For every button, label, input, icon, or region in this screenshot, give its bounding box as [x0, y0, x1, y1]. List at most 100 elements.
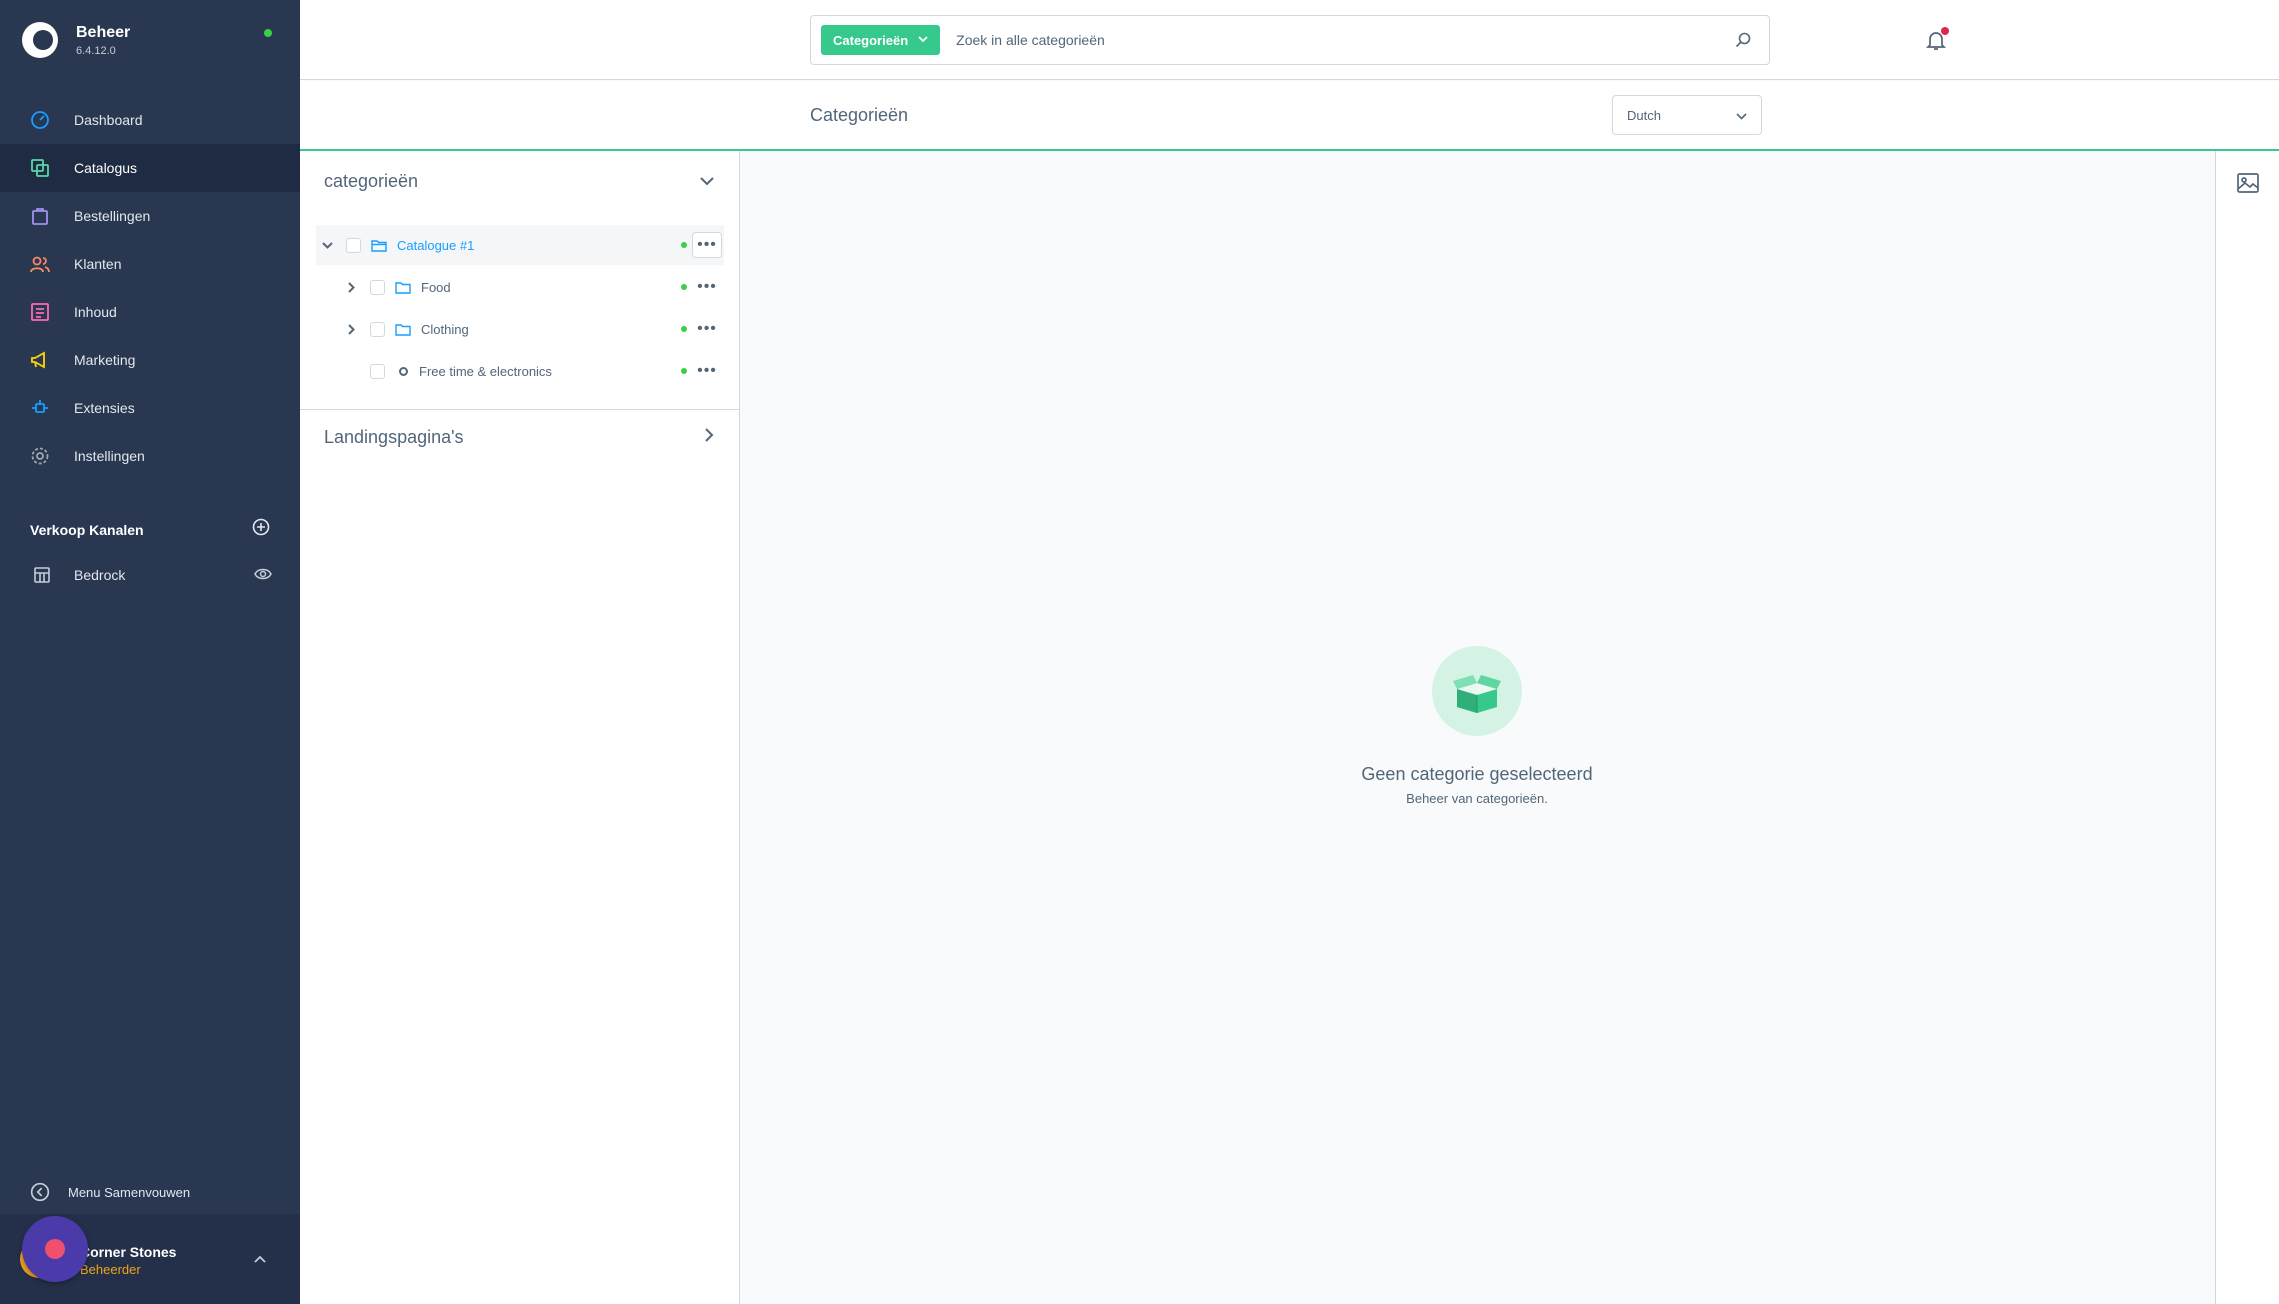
status-online-dot	[264, 29, 272, 37]
chevron-down-icon[interactable]	[316, 241, 338, 249]
extensions-icon	[28, 396, 52, 420]
folder-open-icon	[369, 239, 389, 252]
nav-label: Extensies	[74, 400, 135, 416]
active-status-dot	[681, 242, 687, 248]
sidebar: Beheer 6.4.12.0 Dashboard Catalogus Best…	[0, 0, 300, 1304]
record-button[interactable]	[22, 1216, 88, 1282]
notification-badge	[1941, 27, 1949, 35]
context-menu-button[interactable]: •••	[692, 274, 722, 300]
active-status-dot	[681, 326, 687, 332]
language-switch[interactable]: Dutch	[1612, 95, 1762, 135]
brand[interactable]: Beheer 6.4.12.0	[22, 22, 130, 58]
user-name: Corner Stones	[80, 1244, 177, 1260]
chevron-right-icon[interactable]	[340, 323, 362, 335]
marketing-icon	[28, 348, 52, 372]
brand-version: 6.4.12.0	[76, 44, 116, 57]
top-bar: Categorieën	[300, 0, 2279, 80]
categories-card-header[interactable]: categorieën	[324, 171, 714, 192]
folder-icon	[393, 323, 413, 336]
collapse-icon	[30, 1180, 50, 1204]
categories-title: categorieën	[324, 171, 419, 191]
sales-channel-label: Bedrock	[74, 567, 126, 583]
add-sales-channel-icon[interactable]	[252, 518, 270, 541]
search-input[interactable]	[956, 32, 1725, 48]
context-menu-button[interactable]: •••	[692, 316, 722, 342]
record-icon	[45, 1239, 65, 1259]
media-image-icon[interactable]	[2236, 171, 2260, 195]
active-status-dot	[681, 368, 687, 374]
tree-item-label[interactable]: Free time & electronics	[419, 364, 552, 379]
tree-item-checkbox[interactable]	[346, 237, 361, 253]
nav-label: Catalogus	[74, 160, 138, 176]
sales-channels-title: Verkoop Kanalen	[30, 521, 144, 538]
nav-item-extensies[interactable]: Extensies	[0, 384, 300, 432]
search-type-selector[interactable]: Categorieën	[821, 25, 941, 55]
context-menu-button[interactable]: •••	[692, 358, 722, 384]
context-menu-button[interactable]: •••	[692, 232, 722, 258]
tree-item-checkbox[interactable]	[370, 321, 385, 337]
settings-icon	[28, 444, 52, 468]
nav-item-marketing[interactable]: Marketing	[0, 336, 300, 384]
main-navigation: Dashboard Catalogus Bestellingen Klanten…	[0, 96, 300, 480]
chevron-up-icon[interactable]	[254, 1250, 266, 1266]
nav-label: Inhoud	[74, 304, 117, 320]
sales-channels-header: Verkoop Kanalen	[30, 518, 270, 541]
brand-title: Beheer	[76, 23, 131, 41]
nav-label: Dashboard	[74, 112, 143, 128]
chevron-right-icon[interactable]	[340, 281, 362, 293]
nav-item-catalogus[interactable]: Catalogus	[0, 144, 300, 192]
eye-icon[interactable]	[254, 567, 272, 584]
tree-item-label[interactable]: Food	[421, 280, 451, 295]
dashboard-icon	[28, 108, 52, 132]
collapse-label: Menu Samenvouwen	[68, 1184, 191, 1200]
global-search: Categorieën	[810, 15, 1770, 65]
page-header: Categorieën Dutch	[300, 81, 2279, 151]
content-icon	[28, 300, 52, 324]
category-tree-panel: categorieën Catalogue #1 ••• Food ••• Cl…	[300, 151, 740, 1304]
shopware-logo	[22, 22, 58, 58]
nav-item-klanten[interactable]: Klanten	[0, 240, 300, 288]
nav-item-dashboard[interactable]: Dashboard	[0, 96, 300, 144]
tree-item-clothing[interactable]: Clothing •••	[316, 309, 724, 349]
language-label: Dutch	[1627, 107, 1661, 123]
nav-label: Marketing	[74, 352, 136, 368]
search-icon[interactable]	[1725, 32, 1761, 48]
orders-icon	[28, 204, 52, 228]
leaf-bullet-icon	[399, 366, 408, 376]
chevron-down-icon[interactable]	[700, 173, 714, 191]
tree-item-food[interactable]: Food •••	[316, 267, 724, 307]
user-role: Beheerder	[80, 1262, 141, 1277]
search-type-label: Categorieën	[833, 32, 909, 48]
tree-item-free-time[interactable]: Free time & electronics •••	[316, 351, 724, 391]
chevron-down-icon	[918, 34, 928, 46]
landing-pages-title: Landingspagina's	[324, 427, 464, 447]
tree-item-label[interactable]: Clothing	[421, 322, 469, 337]
tree-item-checkbox[interactable]	[370, 279, 385, 295]
divider	[300, 409, 740, 410]
collapse-menu-button[interactable]: Menu Samenvouwen	[30, 1180, 190, 1204]
tree-item-checkbox[interactable]	[370, 363, 385, 379]
catalog-icon	[28, 156, 52, 180]
empty-state: Geen categorie geselecteerd Beheer van c…	[1277, 646, 1677, 806]
tree-item-label[interactable]: Catalogue #1	[397, 238, 474, 253]
landing-pages-header[interactable]: Landingspagina's	[324, 427, 714, 448]
page-title: Categorieën	[810, 105, 909, 125]
chevron-right-icon[interactable]	[705, 428, 714, 447]
right-sidebar	[2215, 151, 2279, 1304]
empty-state-subtitle: Beheer van categorieën.	[1406, 791, 1548, 806]
empty-state-title: Geen categorie geselecteerd	[1361, 764, 1593, 784]
customers-icon	[28, 252, 52, 276]
nav-item-instellingen[interactable]: Instellingen	[0, 432, 300, 480]
nav-item-inhoud[interactable]: Inhoud	[0, 288, 300, 336]
nav-label: Instellingen	[74, 448, 145, 464]
tree-item-catalogue[interactable]: Catalogue #1 •••	[316, 225, 724, 265]
sales-channel-bedrock[interactable]: Bedrock	[30, 563, 272, 587]
storefront-icon	[30, 563, 54, 587]
active-status-dot	[681, 284, 687, 290]
nav-label: Bestellingen	[74, 208, 151, 224]
chevron-down-icon	[1736, 108, 1747, 123]
nav-item-bestellingen[interactable]: Bestellingen	[0, 192, 300, 240]
nav-label: Klanten	[74, 256, 122, 272]
empty-box-icon	[1432, 646, 1522, 736]
folder-icon	[393, 281, 413, 294]
